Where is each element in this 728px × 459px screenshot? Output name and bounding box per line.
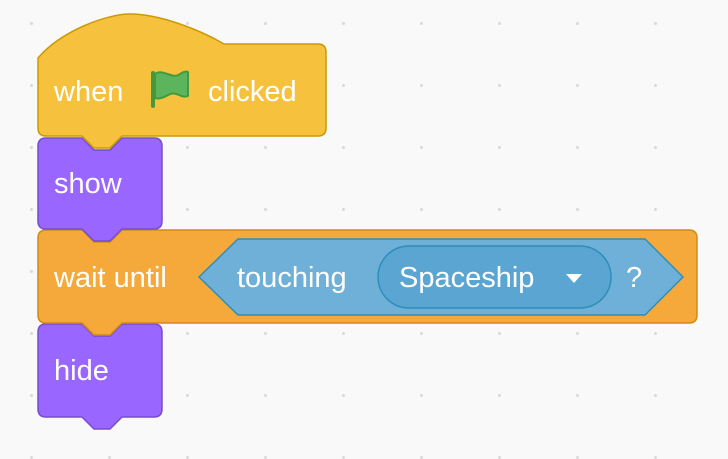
hide-label: hide [54, 355, 109, 387]
script-workspace[interactable]: when clicked show wait until touching Sp… [0, 0, 728, 459]
wait-until-label: wait until [54, 262, 167, 294]
show-label: show [54, 168, 122, 200]
when-label: when [54, 76, 124, 108]
spaceship-menu-value: Spaceship [399, 262, 535, 294]
touching-label: touching [237, 262, 347, 294]
script-stack [37, 13, 698, 430]
clicked-label: clicked [208, 76, 297, 108]
question-mark-label: ? [626, 262, 643, 294]
